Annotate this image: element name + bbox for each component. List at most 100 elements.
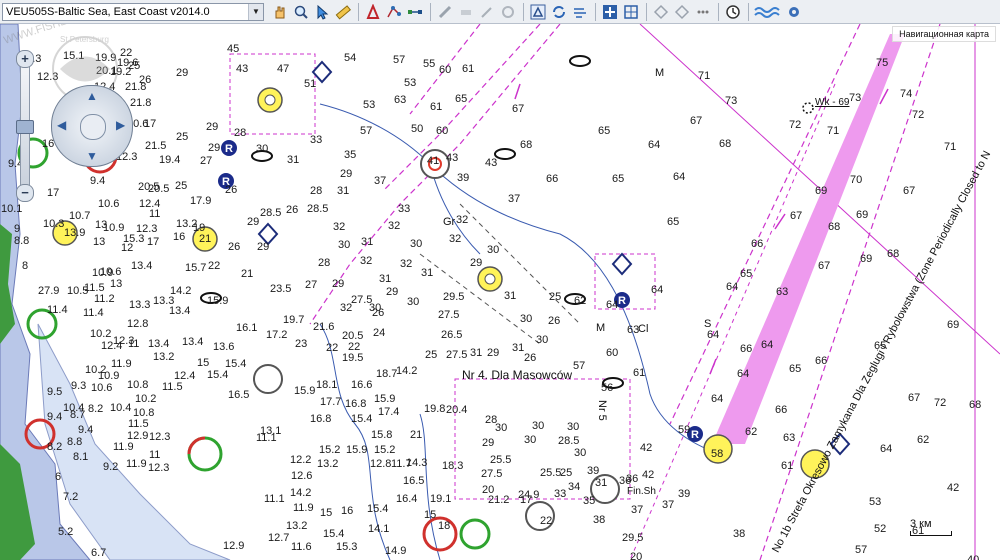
nav-1-button[interactable] [651,2,671,22]
wreck-icon[interactable] [569,55,591,67]
nav-3-button[interactable] [693,2,713,22]
light-icon[interactable] [253,364,283,394]
waypoints-button[interactable] [405,2,425,22]
toolbar-separator [430,2,431,21]
depth-sounding: 57 [855,544,868,556]
fit-button[interactable] [621,2,641,22]
depth-sounding: 68 [828,221,841,233]
depth-sounding: 19.4 [159,154,181,166]
pan-right-icon[interactable]: ▶ [116,118,125,132]
nautical-chart[interactable]: R R R R 10.315.119.92225262912.321.82945… [0,24,1000,560]
depth-sounding: 29.5 [622,532,644,544]
edit-2-button[interactable] [456,2,476,22]
wind-button[interactable] [570,2,590,22]
zoom-slider-thumb[interactable] [16,120,34,134]
depth-sounding: 16.5 [228,389,250,401]
buoy-icon[interactable] [477,266,503,292]
add-route-button[interactable] [363,2,383,22]
chevron-down-icon[interactable]: ▼ [248,3,263,20]
bottom-type-label: Fin.Sh [627,486,656,497]
zoom-tool-button[interactable] [291,2,311,22]
depth-sounding: 10.6 [91,382,113,394]
select-arrow-button[interactable] [312,2,332,22]
edit-1-button[interactable] [435,2,455,22]
depth-sounding: 29 [247,216,260,228]
depth-sounding: 11.1 [264,493,285,505]
depth-sounding: 25 [549,291,562,303]
bottom-type-label: M [655,67,665,79]
wreck-icon[interactable] [494,148,516,160]
pan-down-icon[interactable]: ▼ [86,149,98,163]
depth-sounding: 13.6 [213,341,235,353]
navigation-control: + − ▲ ▼ ◀ ▶ [6,48,136,202]
depth-sounding: 67 [818,260,831,272]
depth-sounding: 21.6 [313,321,335,333]
depth-sounding: 60 [439,64,452,76]
depth-sounding: 71 [944,141,957,153]
info-diamond-icon[interactable] [611,252,633,276]
chart-selector[interactable]: VEU505S-Baltic Sea, East Coast v2014.0 ▼ [2,2,264,21]
depth-sounding: 30 [574,447,587,459]
depth-sounding: 12.3 [148,462,170,474]
wreck-icon[interactable] [802,102,814,114]
radio-station-icon[interactable]: R [221,140,237,156]
zoom-out-button[interactable]: − [16,184,34,202]
vertical-area-label: Nr 5 [596,400,608,421]
depth-sounding: 65 [667,216,680,228]
depth-sounding: 16 [341,505,354,517]
depth-sounding: 11.9 [113,441,134,453]
depth-sounding: 69 [815,185,828,197]
depth-sounding: 63 [394,94,407,106]
depth-sounding: 21.2 [488,494,510,506]
depth-sounding: 10.4 [63,402,85,414]
depth-sounding: 15.9 [207,295,229,307]
route-flag-icon [366,3,380,19]
depth-sounding: 52 [874,523,887,535]
depth-sounding: 64 [761,339,774,351]
depth-sounding: 14.1 [368,523,390,535]
pan-hand-button[interactable] [270,2,290,22]
edit-4-button[interactable] [498,2,518,22]
depth-sounding: 72 [912,109,925,121]
depth-sounding: 66 [740,343,753,355]
measure-ruler-button[interactable] [333,2,353,22]
depth-sounding: 10.7 [69,210,91,222]
pan-center-button[interactable] [80,114,106,140]
depth-sounding: 9.4 [47,411,63,423]
depth-sounding: 21.5 [145,140,167,152]
pan-left-icon[interactable]: ◀ [57,118,66,132]
buoy-icon[interactable] [257,87,283,113]
magnifier-icon [294,5,308,19]
track-toggle-button[interactable] [528,2,548,22]
nav-2-button[interactable] [672,2,692,22]
route-tool-button[interactable] [384,2,404,22]
depth-sounding: 27 [305,279,318,291]
zoom-in-button[interactable]: + [16,50,34,68]
depth-sounding: 71 [827,125,840,137]
depth-sounding: 65 [740,268,753,280]
depth-sounding: 10.4 [110,402,132,414]
depth-sounding: 18.7 [376,368,398,380]
sector-light-icon[interactable] [459,518,491,550]
hand-icon [275,6,285,18]
sector-light-icon[interactable] [187,436,223,472]
settings-button[interactable] [784,2,804,22]
depth-sounding: 51 [304,78,317,90]
waves-button[interactable] [753,2,783,22]
clock-button[interactable] [723,2,743,22]
depth-sounding: 60 [436,125,449,137]
depth-sounding: 25 [175,180,188,192]
depth-sounding: 9.4 [78,424,94,436]
center-button[interactable] [600,2,620,22]
depth-sounding: 27.5 [351,294,373,306]
pan-up-icon[interactable]: ▲ [86,89,98,103]
sync-button[interactable] [549,2,569,22]
cursor-arrow-icon [317,4,329,20]
depth-sounding: 15.7 [185,262,207,274]
pan-control[interactable]: ▲ ▼ ◀ ▶ [51,85,133,167]
depth-sounding: 8 [22,260,29,272]
depth-sounding: 19.8 [424,403,446,415]
edit-3-button[interactable] [477,2,497,22]
depth-sounding: 70 [850,174,863,186]
depth-sounding: 15.8 [371,429,393,441]
